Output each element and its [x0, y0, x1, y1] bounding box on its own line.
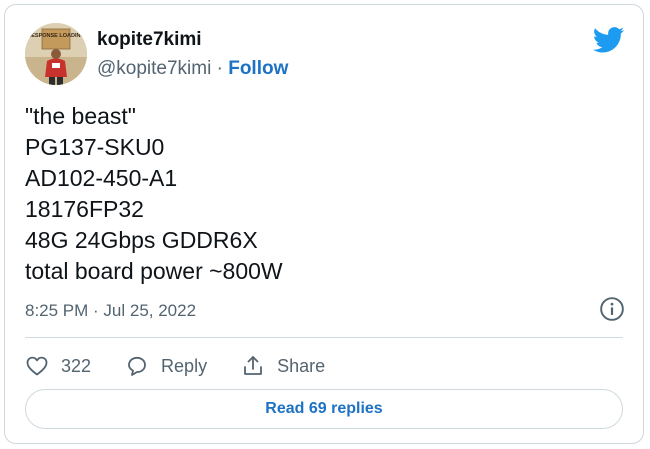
divider	[25, 337, 623, 338]
sign-word-1: RESPONSE LOADING	[27, 33, 84, 39]
author-handle[interactable]: @kopite7kimi	[97, 58, 211, 79]
tweet-text: "the beast" PG137-SKU0 AD102-450-A1 1817…	[25, 101, 283, 287]
share-button[interactable]: Share	[241, 354, 325, 378]
follow-button[interactable]: Follow	[228, 58, 288, 79]
tweet-line: 48G 24Gbps GDDR6X	[25, 227, 258, 253]
separator-dot: ·	[216, 58, 223, 79]
action-bar: 322 Reply Share	[25, 349, 359, 383]
tweet-line: 18176FP32	[25, 196, 144, 222]
reply-button[interactable]: Reply	[125, 354, 207, 378]
tweet-line: AD102-450-A1	[25, 165, 178, 191]
read-replies-button[interactable]: Read 69 replies	[25, 389, 623, 429]
tweet-timestamp[interactable]: 8:25 PM · Jul 25, 2022	[25, 301, 196, 321]
tweet-line: total board power ~800W	[25, 258, 283, 284]
reply-label: Reply	[161, 355, 208, 376]
like-button[interactable]: 322	[25, 354, 91, 378]
author-handle-row: @kopite7kimi · Follow	[97, 58, 288, 80]
tweet-line: "the beast"	[25, 103, 136, 129]
speech-bubble-icon	[128, 356, 146, 376]
info-icon[interactable]	[599, 296, 625, 322]
heart-icon	[26, 356, 48, 376]
avatar-image: RESPONSE LOADING	[25, 23, 87, 85]
tweet-line: PG137-SKU0	[25, 134, 165, 160]
author-name[interactable]: kopite7kimi	[97, 29, 202, 51]
share-label: Share	[277, 355, 326, 376]
twitter-bird-icon[interactable]	[593, 27, 625, 53]
share-icon	[244, 356, 262, 375]
avatar[interactable]: RESPONSE LOADING	[25, 23, 87, 85]
like-count: 322	[61, 355, 92, 376]
tweet-card: RESPONSE LOADING kopite7kimi @kopite7kim…	[4, 4, 644, 444]
